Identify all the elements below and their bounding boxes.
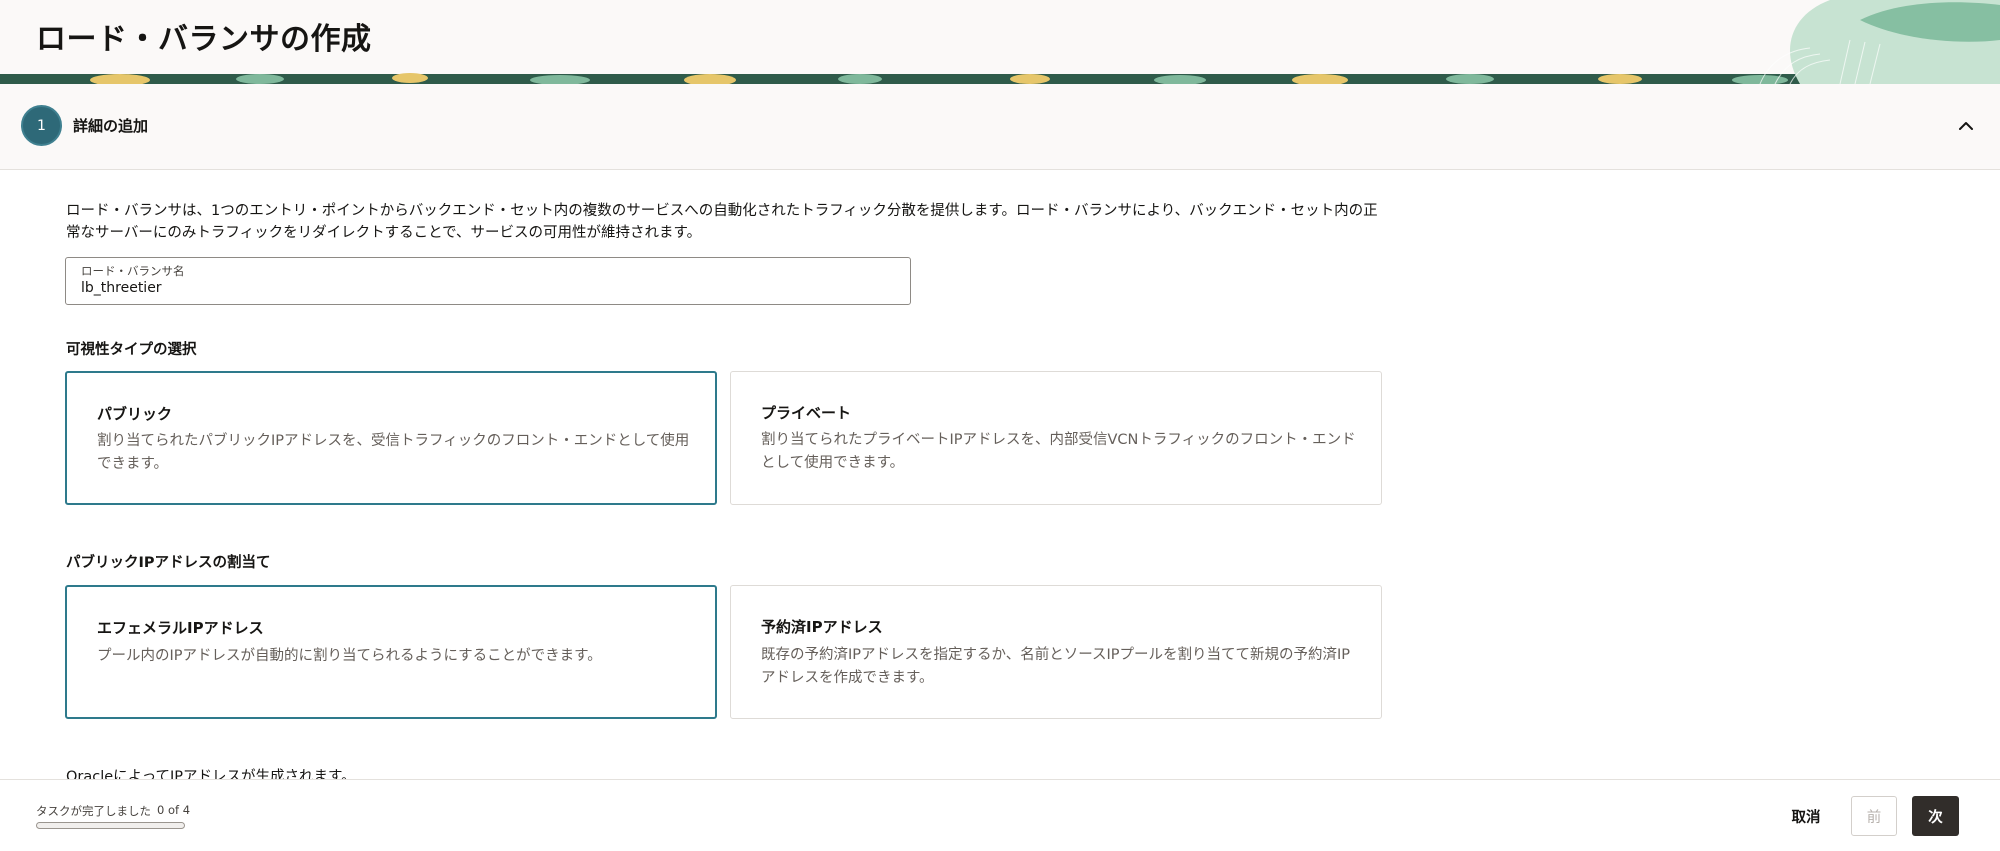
collapse-button[interactable] [1952, 112, 1980, 140]
visibility-section-title: 可視性タイプの選択 [66, 342, 197, 358]
ip-option-reserved[interactable]: 予約済IPアドレス 既存の予約済IPアドレスを指定するか、名前とソースIPプール… [730, 585, 1382, 719]
load-balancer-description: ロード・バランサは、1つのエントリ・ポイントからバックエンド・セット内の複数のサ… [66, 203, 1378, 241]
task-progress-count: 0 of 4 [157, 803, 191, 817]
previous-button[interactable]: 前 [1851, 796, 1897, 836]
ip-option-description: プール内のIPアドレスが自動的に割り当てられるようにすることができます。 [97, 648, 602, 664]
load-balancer-name-label: ロード・バランサ名 [81, 264, 185, 278]
ip-option-description: 既存の予約済IPアドレスを指定するか、名前とソースIPプールを割り当てて新規の予… [761, 647, 1351, 686]
step-number-badge: 1 [21, 105, 62, 146]
wizard-footer: タスクが完了しました 0 of 4 取消 前 次 [0, 779, 2000, 851]
visibility-option-public[interactable]: パブリック 割り当てられたパブリックIPアドレスを、受信トラフィックのフロント・… [65, 371, 717, 505]
ip-option-title: エフェメラルIPアドレス [97, 619, 264, 637]
task-progress-label: タスクが完了しました [36, 804, 151, 818]
visibility-option-title: プライベート [761, 404, 852, 422]
oracle-ip-note: OracleによってIPアドレスが生成されます。 [66, 769, 356, 779]
cancel-button[interactable]: 取消 [1778, 796, 1834, 836]
page-header: ロード・バランサの作成 [0, 0, 2000, 84]
visibility-option-description: 割り当てられたプライベートIPアドレスを、内部受信VCNトラフィックのフロント・… [761, 432, 1356, 471]
task-progress-bar [36, 822, 185, 829]
visibility-option-description: 割り当てられたパブリックIPアドレスを、受信トラフィックのフロント・エンドとして… [97, 433, 690, 472]
chevron-up-icon [1959, 122, 1973, 130]
step-content: ロード・バランサは、1つのエントリ・ポイントからバックエンド・セット内の複数のサ… [0, 171, 2000, 779]
next-button[interactable]: 次 [1912, 796, 1959, 836]
visibility-option-title: パブリック [97, 405, 173, 423]
load-balancer-name-field[interactable]: ロード・バランサ名 lb_threetier [65, 257, 911, 305]
load-balancer-name-input[interactable]: lb_threetier [81, 280, 162, 296]
step-label: 詳細の追加 [73, 117, 149, 135]
ip-option-ephemeral[interactable]: エフェメラルIPアドレス プール内のIPアドレスが自動的に割り当てられるようにす… [65, 585, 717, 719]
page-title: ロード・バランサの作成 [36, 22, 372, 57]
visibility-option-private[interactable]: プライベート 割り当てられたプライベートIPアドレスを、内部受信VCNトラフィッ… [730, 371, 1382, 505]
ip-option-title: 予約済IPアドレス [761, 618, 883, 636]
step-header[interactable]: 1 詳細の追加 [0, 84, 2000, 170]
ip-assignment-section-title: パブリックIPアドレスの割当て [66, 555, 271, 571]
